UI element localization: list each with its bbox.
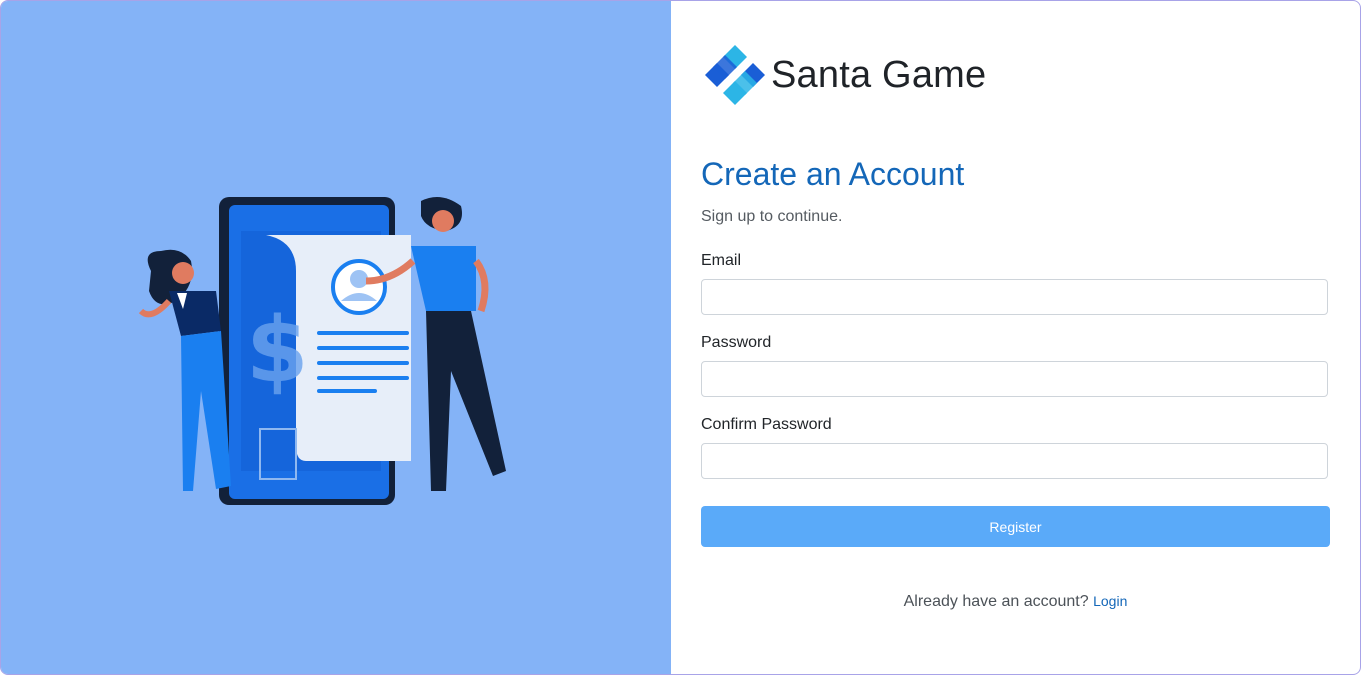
illustration-panel: $ xyxy=(1,1,671,674)
confirm-password-field[interactable] xyxy=(701,443,1328,479)
email-field[interactable] xyxy=(701,279,1328,315)
email-label: Email xyxy=(701,252,742,269)
password-field[interactable] xyxy=(701,361,1328,397)
password-label: Password xyxy=(701,334,772,351)
form-subtitle: Sign up to continue. xyxy=(701,208,843,225)
form-panel: Santa Game Create an Account Sign up to … xyxy=(671,1,1360,674)
svg-text:$: $ xyxy=(246,298,309,403)
login-link[interactable]: Login xyxy=(1093,593,1127,609)
diamond-logo-icon xyxy=(705,45,765,105)
confirm-password-label: Confirm Password xyxy=(701,416,832,433)
form-title: Create an Account xyxy=(701,156,965,192)
register-button[interactable]: Register xyxy=(701,506,1330,547)
login-prompt: Already have an account? Login xyxy=(701,593,1330,611)
app-window: $ Santa Game Create an Account Sign up t… xyxy=(0,0,1361,675)
signup-illustration-icon: $ xyxy=(138,197,506,505)
brand: Santa Game xyxy=(703,43,986,107)
login-prompt-text: Already have an account? xyxy=(903,593,1089,610)
brand-title: Santa Game xyxy=(771,53,987,96)
